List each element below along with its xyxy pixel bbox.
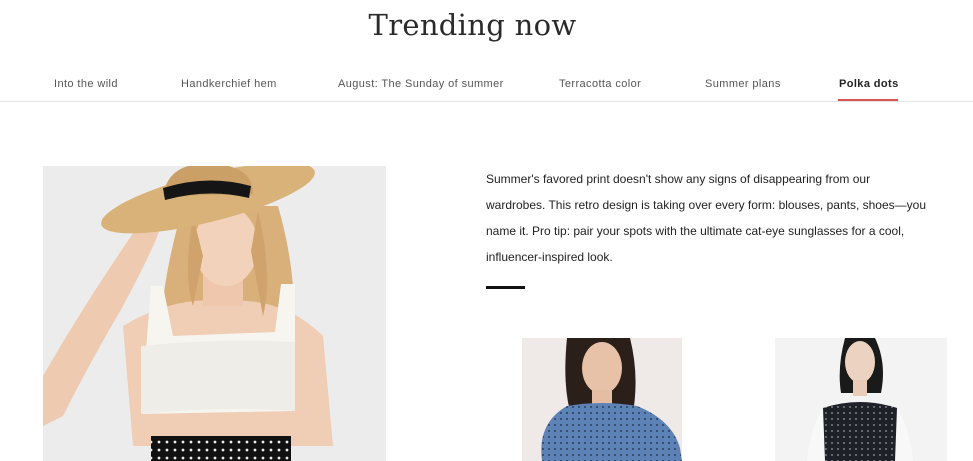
tab-polka-dots[interactable]: Polka dots [839, 78, 899, 90]
page-title: Trending now [368, 8, 577, 42]
tab-summer-plans[interactable]: Summer plans [705, 78, 781, 90]
trend-description: Summer's favored print doesn't show any … [486, 172, 926, 264]
tab-handkerchief-hem[interactable]: Handkerchief hem [181, 78, 277, 90]
active-tab-indicator [838, 99, 898, 101]
product-image-dot-dress[interactable] [775, 338, 947, 461]
hero-image[interactable] [43, 166, 386, 461]
tab-august-sunday-of-summer[interactable]: August: The Sunday of summer [338, 78, 504, 90]
tab-into-the-wild[interactable]: Into the wild [54, 78, 118, 90]
trend-tabs: Into the wild Handkerchief hem August: T… [0, 70, 973, 102]
product-image-blue-dot-top[interactable] [522, 338, 682, 461]
tab-terracotta-color[interactable]: Terracotta color [559, 78, 641, 90]
section-divider [486, 286, 525, 289]
